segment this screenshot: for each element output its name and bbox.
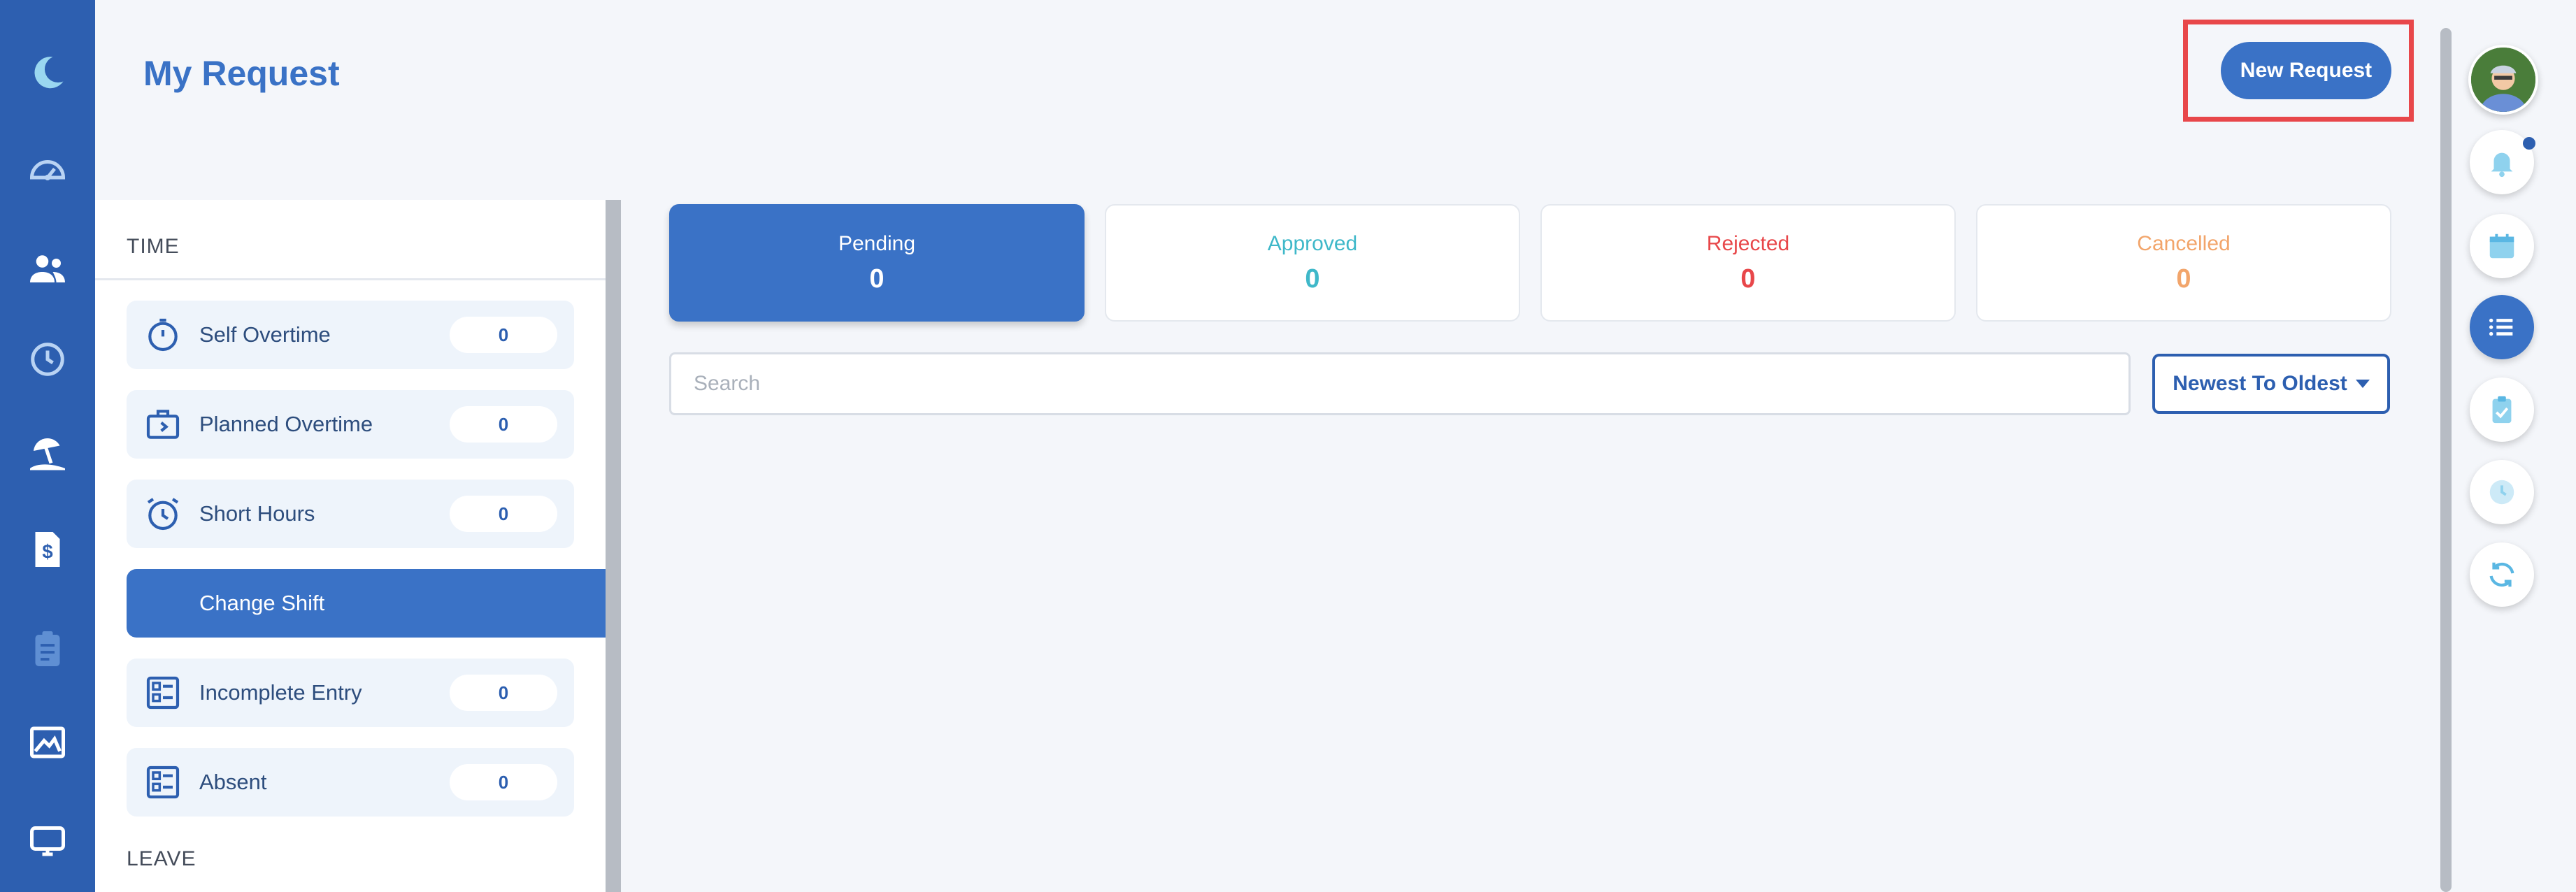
list-icon xyxy=(2486,311,2518,343)
notification-dot xyxy=(2523,137,2535,150)
vacation-beach-icon[interactable] xyxy=(21,428,74,481)
count-badge: 0 xyxy=(450,317,557,353)
tab-count: 0 xyxy=(1305,264,1320,294)
monitor-icon[interactable] xyxy=(21,814,74,867)
tab-rejected[interactable]: Rejected 0 xyxy=(1540,204,1956,322)
new-request-button[interactable]: New Request xyxy=(2221,42,2391,99)
alarm-clock-icon xyxy=(142,493,184,535)
request-item-label: Change Shift xyxy=(199,591,325,615)
request-item-absent[interactable]: Absent 0 xyxy=(127,748,574,817)
count-badge: 0 xyxy=(450,675,557,711)
request-item-label: Short Hours xyxy=(199,501,315,526)
request-item-label: Absent xyxy=(199,770,267,794)
panel-scrollbar[interactable] xyxy=(606,200,621,892)
history-clock-icon[interactable] xyxy=(21,333,74,386)
approvals-button[interactable] xyxy=(2470,377,2534,442)
dashboard-gauge-icon[interactable] xyxy=(21,144,74,197)
request-list-button[interactable] xyxy=(2470,295,2534,359)
calendar-button[interactable] xyxy=(2470,214,2534,278)
request-item-label: Self Overtime xyxy=(199,322,331,347)
request-item-change-shift[interactable]: Change Shift xyxy=(127,569,606,638)
sort-selected-label: Newest To Oldest xyxy=(2173,372,2347,395)
request-item-label: Planned Overtime xyxy=(199,412,373,436)
tab-label: Approved xyxy=(1267,231,1358,255)
tab-label: Pending xyxy=(838,231,916,255)
users-icon[interactable] xyxy=(21,242,74,295)
request-item-short-hours[interactable]: Short Hours 0 xyxy=(127,480,574,548)
left-nav: $ xyxy=(0,0,95,892)
divider xyxy=(95,278,606,280)
count-badge: 0 xyxy=(450,406,557,443)
tab-count: 0 xyxy=(869,264,885,294)
search-input[interactable] xyxy=(669,352,2131,415)
moon-logo-icon[interactable] xyxy=(21,46,74,99)
briefcase-icon xyxy=(142,403,184,445)
tab-pending[interactable]: Pending 0 xyxy=(669,204,1085,322)
tab-count: 0 xyxy=(1740,264,1756,294)
chart-image-icon[interactable] xyxy=(21,716,74,769)
clock-icon xyxy=(2486,476,2518,508)
app-window: $ My Request New Request TIME Self Overt… xyxy=(0,0,2576,892)
request-item-self-overtime[interactable]: Self Overtime 0 xyxy=(127,301,574,369)
refresh-icon xyxy=(2486,559,2518,591)
request-item-label: Incomplete Entry xyxy=(199,680,362,705)
tab-count: 0 xyxy=(2176,264,2191,294)
svg-text:$: $ xyxy=(42,541,52,563)
calendar-icon xyxy=(2486,230,2518,262)
refresh-button[interactable] xyxy=(2470,542,2534,607)
payroll-dollar-doc-icon[interactable]: $ xyxy=(21,523,74,576)
page-title: My Request xyxy=(143,54,340,93)
stopwatch-icon xyxy=(142,314,184,356)
request-item-incomplete-entry[interactable]: Incomplete Entry 0 xyxy=(127,659,574,727)
page-scrollbar[interactable] xyxy=(2440,28,2452,892)
avatar[interactable] xyxy=(2468,45,2538,115)
tab-cancelled[interactable]: Cancelled 0 xyxy=(1976,204,2391,322)
checklist-form-icon xyxy=(142,761,184,803)
clipboard-check-icon xyxy=(2486,394,2518,426)
checklist-form-icon xyxy=(142,672,184,714)
count-badge: 0 xyxy=(450,764,557,800)
section-heading-leave: LEAVE xyxy=(127,847,196,870)
section-heading-time: TIME xyxy=(127,235,180,258)
sort-dropdown[interactable]: Newest To Oldest xyxy=(2152,354,2390,414)
clipboard-list-icon[interactable] xyxy=(21,622,74,675)
tab-label: Cancelled xyxy=(2137,231,2231,255)
bell-icon xyxy=(2486,146,2518,178)
caret-down-icon xyxy=(2355,380,2370,388)
request-type-panel: TIME Self Overtime 0 Planned Overtime 0 … xyxy=(95,200,606,892)
tab-approved[interactable]: Approved 0 xyxy=(1105,204,1520,322)
timesheet-button[interactable] xyxy=(2470,460,2534,524)
tab-label: Rejected xyxy=(1706,231,1790,255)
count-badge: 0 xyxy=(450,496,557,532)
request-item-planned-overtime[interactable]: Planned Overtime 0 xyxy=(127,390,574,459)
